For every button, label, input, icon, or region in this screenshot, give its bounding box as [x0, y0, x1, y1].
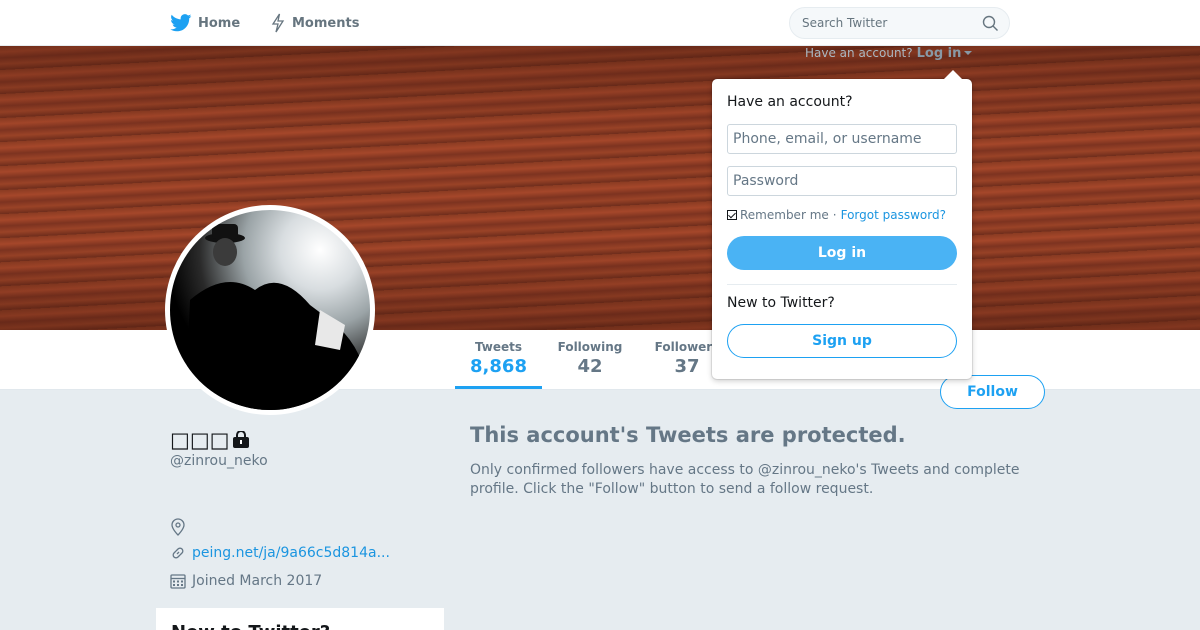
stat-following-label: Following [557, 340, 623, 354]
login-hint: Have an account? Log in [805, 46, 973, 61]
avatar-image [170, 210, 370, 410]
caret-down-icon[interactable] [964, 51, 973, 55]
separator: · [832, 208, 837, 222]
nav-home[interactable]: Home [170, 12, 240, 34]
follow-button[interactable]: Follow [940, 375, 1045, 409]
divider [727, 284, 957, 285]
profile-joined: Joined March 2017 [170, 573, 322, 589]
lightning-icon [271, 13, 285, 33]
location-pin-icon [171, 518, 185, 536]
search-icon[interactable] [982, 15, 999, 32]
username-field[interactable]: Phone, email, or username [727, 124, 957, 154]
top-navigation: Home Moments Search Twitter [0, 0, 1200, 46]
avatar-silhouette [185, 224, 370, 410]
forgot-password-link[interactable]: Forgot password? [841, 208, 946, 222]
remember-checkbox[interactable] [727, 210, 737, 220]
stat-tweets[interactable]: Tweets 8,868 [455, 340, 542, 389]
search-placeholder: Search Twitter [802, 16, 888, 30]
login-button[interactable]: Log in [727, 236, 957, 270]
calendar-icon [170, 574, 186, 589]
profile-name: □□□ [170, 428, 250, 452]
new-to-twitter-heading: New to Twitter? [727, 295, 835, 311]
remember-row: Remember me · Forgot password? [727, 207, 946, 223]
login-dropdown: Have an account? Phone, email, or userna… [712, 70, 972, 379]
profile-joined-text: Joined March 2017 [192, 573, 323, 589]
link-icon [172, 547, 184, 559]
remember-label[interactable]: Remember me [740, 208, 829, 222]
new-to-twitter-title: New to Twitter? [171, 622, 330, 630]
signup-button[interactable]: Sign up [727, 324, 957, 358]
profile-name-text: □□□ [170, 428, 230, 452]
search-input[interactable]: Search Twitter [789, 7, 1010, 39]
profile-handle: @zinrou_neko [170, 453, 268, 469]
stat-following-value: 42 [577, 356, 603, 377]
nav-moments[interactable]: Moments [270, 12, 359, 34]
password-field[interactable]: Password [727, 166, 957, 196]
stat-following[interactable]: Following 42 [555, 340, 625, 377]
stat-tweets-value: 8,868 [470, 356, 527, 377]
protected-title: This account's Tweets are protected. [470, 423, 906, 447]
login-hint-prompt: Have an account? [805, 46, 913, 60]
username-placeholder: Phone, email, or username [733, 131, 922, 147]
profile-website-link[interactable]: peing.net/ja/9a66c5d814a... [192, 545, 390, 561]
profile-website: peing.net/ja/9a66c5d814a... [170, 545, 390, 561]
login-heading: Have an account? [727, 94, 853, 110]
nav-moments-label: Moments [292, 15, 360, 31]
lock-icon [232, 431, 249, 448]
protected-text: Only confirmed followers have access to … [470, 462, 1020, 497]
password-placeholder: Password [733, 173, 799, 189]
new-to-twitter-card: New to Twitter? [156, 608, 444, 630]
nav-home-label: Home [198, 15, 241, 31]
login-menu-button[interactable]: Log in [917, 46, 962, 61]
twitter-bird-icon [170, 14, 192, 32]
avatar[interactable] [165, 205, 375, 415]
stat-tweets-label: Tweets [474, 340, 523, 354]
profile-location [170, 518, 186, 540]
